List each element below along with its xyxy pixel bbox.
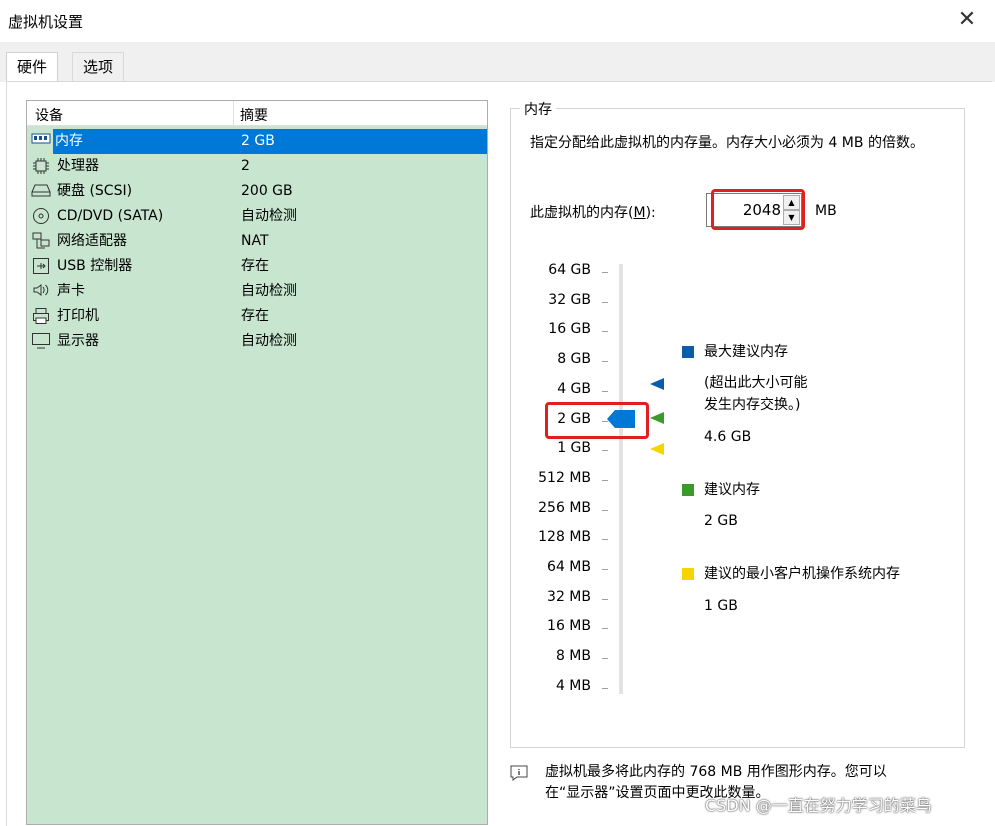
device-summary: 自动检测 [241, 283, 297, 299]
sound-icon [31, 282, 51, 300]
device-name: 硬盘 (SCSI) [57, 183, 133, 199]
device-list-header: 设备 摘要 [27, 101, 487, 126]
scale-tick-mark [602, 361, 608, 363]
highlight-annotation [711, 189, 805, 230]
device-summary: NAT [241, 233, 269, 249]
tab-bar: 硬件 选项 [0, 42, 995, 83]
scale-tick-mark [602, 272, 608, 273]
max-recommended-marker [650, 378, 664, 390]
device-row-sound[interactable]: 声卡 自动检测 [27, 279, 487, 304]
scale-tick-mark [602, 479, 608, 481]
device-row-memory[interactable]: 内存 2 GB [27, 129, 487, 154]
scale-tick-label: 8 MB [555, 648, 591, 665]
device-summary: 存在 [241, 308, 269, 324]
scale-tick-label: 256 MB [538, 499, 591, 516]
memory-description: 指定分配给此虚拟机的内存量。内存大小必须为 4 MB 的倍数。 [530, 135, 924, 151]
device-name: USB 控制器 [57, 258, 133, 274]
device-name: 处理器 [57, 158, 99, 174]
memory-slider-track[interactable] [619, 264, 623, 694]
device-summary: 自动检测 [241, 333, 297, 349]
legend-max-swatch [682, 346, 694, 358]
legend-recommended-value: 2 GB [704, 513, 738, 529]
memory-unit: MB [815, 203, 837, 219]
legend-recommended-swatch [682, 484, 694, 496]
legend-min-value: 1 GB [704, 598, 738, 614]
scale-tick-label: 32 MB [547, 588, 591, 605]
scale-tick-label: 8 GB [557, 351, 591, 368]
device-list[interactable]: 设备 摘要 内存 2 GB 处理器 2 硬盘 (SCSI) 200 GB CD/… [26, 100, 488, 825]
scale-tick-mark [602, 598, 608, 600]
scale-tick-label: 512 MB [538, 469, 591, 486]
legend-max-note: (超出此大小可能 [704, 375, 808, 391]
scale-tick-label: 64 MB [547, 559, 591, 575]
device-summary: 自动检测 [241, 208, 297, 224]
scale-tick-mark [602, 301, 608, 303]
column-separator[interactable] [233, 101, 234, 125]
watermark: CSDN @一直在努力学习的菜鸟 [705, 796, 932, 815]
device-row-printer[interactable]: 打印机 存在 [27, 304, 487, 329]
scale-tick-label: 16 GB [548, 321, 591, 338]
harddisk-icon [31, 182, 51, 200]
memory-group-title: 内存 [520, 99, 556, 119]
device-row-cddvd[interactable]: CD/DVD (SATA) 自动检测 [27, 204, 487, 229]
device-row-display[interactable]: 显示器 自动检测 [27, 329, 487, 354]
column-header-summary[interactable]: 摘要 [240, 105, 268, 125]
legend-min-title: 建议的最小客户机操作系统内存 [704, 566, 900, 582]
close-button[interactable]: ✕ [951, 4, 983, 36]
scale-tick-label: 1 GB [557, 440, 591, 457]
scale-tick-mark [602, 509, 608, 511]
device-name: 显示器 [57, 333, 99, 349]
device-name: 打印机 [57, 308, 99, 324]
device-name: CD/DVD (SATA) [57, 208, 164, 224]
scale-tick-label: 64 GB [548, 262, 591, 278]
tab-hardware[interactable]: 硬件 [6, 52, 59, 83]
scale-tick-mark [602, 331, 608, 333]
device-row-processor[interactable]: 处理器 2 [27, 154, 487, 179]
scale-tick-mark [602, 539, 608, 541]
scale-tick-mark [602, 687, 608, 689]
device-summary: 2 GB [233, 129, 487, 154]
legend-max-note: 发生内存交换。) [704, 397, 801, 413]
scale-tick-mark [602, 658, 608, 660]
device-summary: 2 [241, 158, 250, 174]
device-summary: 存在 [241, 258, 269, 274]
display-icon [31, 332, 51, 350]
column-header-device[interactable]: 设备 [35, 105, 63, 125]
scale-tick-mark [602, 569, 608, 570]
scale-tick-label: 4 MB [555, 677, 591, 694]
scale-tick-mark [602, 450, 608, 452]
usb-icon [31, 257, 51, 275]
scale-tick-label: 32 GB [548, 291, 591, 308]
tab-options[interactable]: 选项 [72, 52, 125, 82]
recommended-marker [650, 412, 664, 424]
info-icon [510, 765, 528, 781]
cd-icon [31, 207, 51, 225]
memory-field-label: 此虚拟机的内存(M): [530, 205, 656, 221]
device-name: 声卡 [57, 283, 85, 299]
device-summary: 200 GB [241, 183, 293, 199]
highlight-annotation [545, 402, 649, 439]
legend-max-value: 4.6 GB [704, 429, 752, 445]
window-title: 虚拟机设置 [8, 13, 84, 31]
scale-tick-label: 16 MB [547, 618, 591, 635]
device-name: 内存 [53, 129, 237, 154]
title-bar: 虚拟机设置 ✕ [0, 0, 995, 42]
device-row-network[interactable]: 网络适配器 NAT [27, 229, 487, 254]
scale-tick-label: 4 GB [557, 380, 591, 397]
device-name: 网络适配器 [57, 233, 127, 249]
scale-tick-mark [602, 390, 608, 392]
min-recommended-marker [650, 443, 664, 455]
legend-recommended-title: 建议内存 [704, 482, 760, 498]
scale-tick-label: 128 MB [538, 529, 591, 546]
legend-max-title: 最大建议内存 [704, 344, 788, 360]
device-row-usb[interactable]: USB 控制器 存在 [27, 254, 487, 279]
network-icon [31, 232, 51, 250]
printer-icon [31, 307, 51, 325]
scale-tick-mark [602, 628, 608, 630]
device-row-harddisk[interactable]: 硬盘 (SCSI) 200 GB [27, 179, 487, 204]
legend-min-swatch [682, 568, 694, 580]
processor-icon [31, 157, 51, 175]
memory-icon [31, 132, 51, 150]
